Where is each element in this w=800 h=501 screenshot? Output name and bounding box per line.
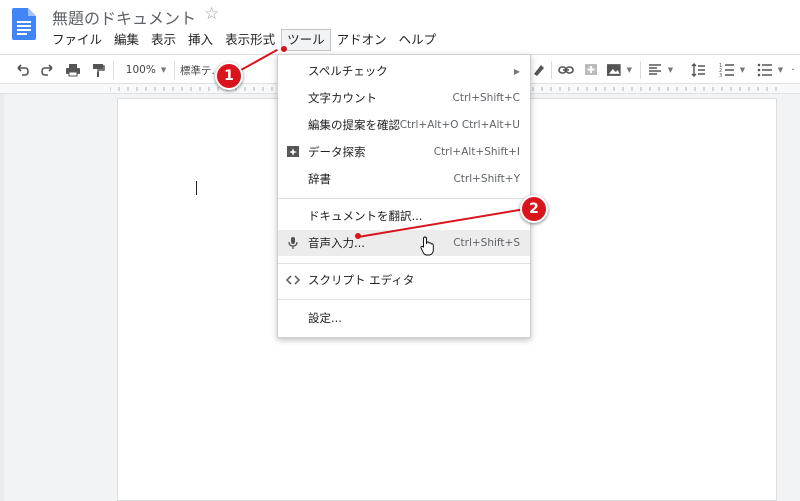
redo-icon[interactable] — [38, 60, 56, 80]
link-icon[interactable] — [557, 60, 575, 80]
menu-item-spellcheck[interactable]: スペルチェック ▶ — [278, 58, 530, 84]
menu-item-dictionary[interactable]: 辞書 Ctrl+Shift+Y — [278, 166, 530, 192]
menu-separator — [278, 299, 530, 300]
menu-view[interactable]: 表示 — [145, 29, 182, 51]
chevron-down-icon: ▼ — [160, 66, 167, 74]
menu-separator — [278, 198, 530, 199]
document-title[interactable]: 無題のドキュメント — [52, 5, 196, 29]
toolbar-separator — [113, 61, 114, 79]
star-icon[interactable]: ☆ — [204, 4, 219, 24]
chevron-down-icon: ▼ — [777, 66, 784, 74]
docs-logo-icon[interactable] — [12, 8, 36, 40]
annotation-dot-1 — [281, 46, 287, 52]
code-icon — [286, 275, 300, 285]
menu-item-voice-typing[interactable]: 音声入力... Ctrl+Shift+S — [278, 230, 530, 256]
chevron-down-icon: ▼ — [739, 66, 746, 74]
toolbar-separator — [174, 61, 175, 79]
left-edge — [0, 94, 4, 501]
menu-edit[interactable]: 編集 — [108, 29, 145, 51]
annotation-badge-1: 1 — [215, 62, 243, 90]
more-glyph: · — [791, 64, 795, 76]
align-left-icon[interactable]: ▼ — [646, 60, 674, 80]
menubar: ファイル 編集 表示 挿入 表示形式 ツール アドオン ヘルプ — [46, 29, 442, 51]
submenu-arrow-icon: ▶ — [513, 66, 520, 76]
chevron-down-icon: ▼ — [667, 66, 674, 74]
menu-tools[interactable]: ツール — [281, 29, 331, 51]
menu-item-translate[interactable]: ドキュメントを翻訳... — [278, 203, 530, 229]
zoom-select[interactable]: 100% ▼ — [122, 60, 170, 80]
menu-item-word-count[interactable]: 文字カウント Ctrl+Shift+C — [278, 85, 530, 111]
print-icon[interactable] — [64, 60, 82, 80]
zoom-value: 100% — [125, 64, 156, 76]
numbered-list-icon[interactable]: 1 2 3 ▼ — [718, 60, 746, 80]
annotation-badge-2: 2 — [520, 195, 548, 223]
toolbar-separator — [551, 61, 552, 79]
bulleted-list-icon[interactable]: ▼ — [756, 60, 784, 80]
menu-item-script-editor[interactable]: スクリプト エディタ — [278, 267, 530, 293]
tools-menu-dropdown: スペルチェック ▶ 文字カウント Ctrl+Shift+C 編集の提案を確認 C… — [277, 54, 531, 338]
text-cursor — [196, 181, 197, 195]
menu-item-explore[interactable]: データ探索 Ctrl+Alt+Shift+I — [278, 139, 530, 165]
header: 無題のドキュメント ☆ ファイル 編集 表示 挿入 表示形式 ツール アドオン … — [0, 0, 800, 54]
highlight-pen-icon[interactable] — [530, 60, 546, 80]
menu-item-preferences[interactable]: 設定... — [278, 305, 530, 331]
menu-separator — [278, 263, 530, 264]
annotation-dot-2 — [355, 233, 361, 239]
toolbar-separator — [640, 61, 641, 79]
menu-item-review-suggestions[interactable]: 編集の提案を確認 Ctrl+Alt+O Ctrl+Alt+U — [278, 112, 530, 138]
microphone-icon — [288, 237, 298, 249]
paint-format-icon[interactable] — [90, 60, 106, 80]
explore-icon — [287, 146, 299, 157]
menu-file[interactable]: ファイル — [46, 29, 108, 51]
undo-icon[interactable] — [14, 60, 32, 80]
svg-text:3: 3 — [719, 73, 722, 78]
more-icon[interactable]: · — [788, 60, 798, 80]
hand-pointer-icon — [420, 236, 434, 256]
comment-add-icon[interactable] — [582, 60, 600, 80]
menu-help[interactable]: ヘルプ — [393, 29, 443, 51]
line-spacing-icon[interactable] — [688, 60, 708, 80]
chevron-down-icon: ▼ — [626, 66, 632, 74]
image-insert-icon[interactable]: ▼ — [606, 60, 632, 80]
menu-format[interactable]: 表示形式 — [219, 29, 281, 51]
menu-insert[interactable]: 挿入 — [182, 29, 219, 51]
menu-addons[interactable]: アドオン — [331, 29, 393, 51]
